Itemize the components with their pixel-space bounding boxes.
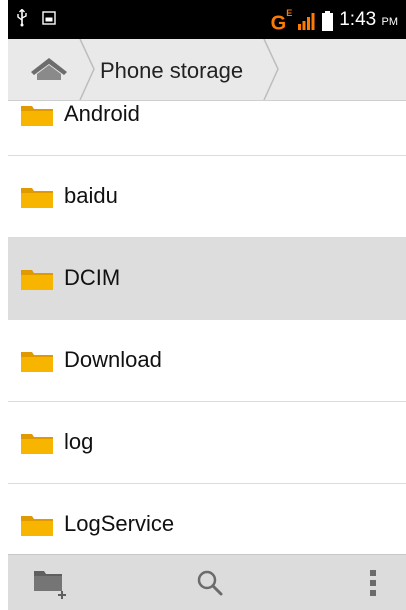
status-system: GE 1:43 PM: [271, 8, 398, 35]
home-icon: [31, 58, 67, 80]
folder-name: LogService: [64, 511, 175, 536]
folder-name: Android: [64, 101, 140, 126]
new-folder-icon: [34, 571, 66, 599]
home-button[interactable]: [18, 49, 80, 89]
folder-icon: [21, 188, 53, 208]
folder-name: log: [64, 429, 94, 454]
overflow-menu-button[interactable]: [351, 563, 395, 603]
battery-icon: [322, 11, 334, 32]
folder-name: Download: [64, 347, 162, 372]
status-bar: GE 1:43 PM: [8, 0, 406, 39]
clock-time: 1:43: [339, 9, 377, 31]
signal-icon: [298, 13, 315, 31]
breadcrumb: Phone storage: [8, 39, 406, 101]
network-label: G: [270, 12, 287, 35]
folder-icon: [21, 106, 53, 126]
folder-icon: [21, 516, 53, 536]
bottom-toolbar: [8, 554, 406, 610]
search-button[interactable]: [188, 563, 232, 603]
list-item-baidu[interactable]: baidu: [8, 156, 406, 238]
new-folder-button[interactable]: [30, 563, 74, 603]
folder-list: Android baidu DCIM Download log LogServi…: [8, 100, 406, 554]
list-item-android[interactable]: Android: [8, 100, 406, 156]
list-item-dcim[interactable]: DCIM: [8, 238, 406, 320]
status-notifications: [16, 9, 56, 27]
network-sup-label: E: [286, 8, 293, 18]
folder-icon: [21, 352, 53, 372]
list-item-log[interactable]: log: [8, 402, 406, 484]
clock-ampm: PM: [381, 16, 399, 29]
folder-icon: [21, 270, 53, 290]
usb-icon: [17, 9, 27, 27]
folder-icon: [21, 434, 53, 454]
network-type: GE: [271, 8, 293, 35]
list-item-download[interactable]: Download: [8, 320, 406, 402]
folder-name: DCIM: [64, 265, 121, 290]
folder-name: baidu: [64, 183, 118, 208]
file-manager-screen: GE 1:43 PM Phone storage Android baidu D…: [8, 0, 406, 610]
overflow-menu-icon: [370, 570, 376, 596]
search-icon: [197, 570, 223, 596]
screenshot-icon: [42, 11, 56, 25]
breadcrumb-label: Phone storage: [100, 58, 244, 83]
list-item-logservice[interactable]: LogService: [8, 484, 406, 554]
clock: 1:43 PM: [339, 9, 398, 33]
